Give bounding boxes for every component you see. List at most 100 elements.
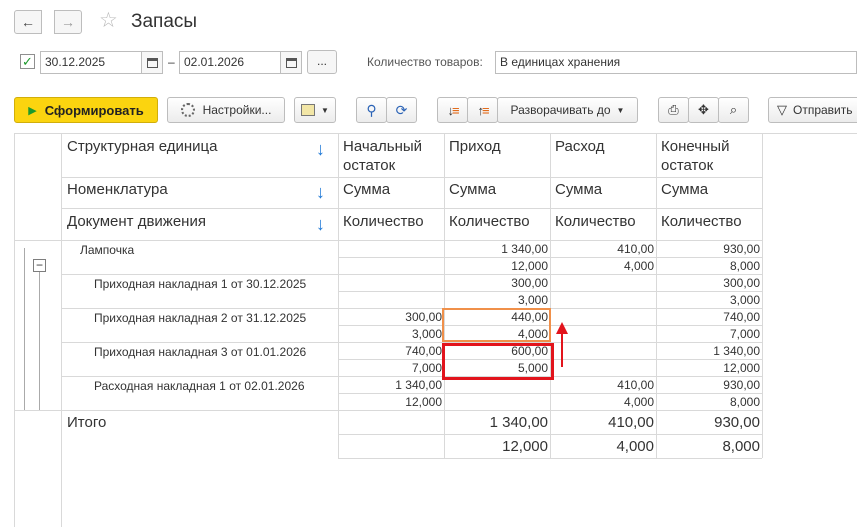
qty-units-select[interactable]: В единицах хранения (495, 51, 857, 74)
sort-descending-button[interactable]: ↑≡ (467, 97, 498, 123)
settings-button[interactable]: Настройки... (167, 97, 285, 123)
grid-line (61, 342, 762, 343)
qty-label: Количество товаров: (367, 55, 483, 69)
variant-dropdown-button[interactable]: ▼ (294, 97, 336, 123)
header-closing-1: Конечный (661, 138, 730, 155)
cell-opening-qty: 3,000 (411, 327, 442, 341)
sort-down-arrow-icon[interactable]: ↓ (316, 182, 325, 203)
grid-line (61, 177, 762, 178)
sort-down-arrow-icon[interactable]: ↓ (316, 214, 325, 235)
grid-line (61, 208, 762, 209)
select-period-button[interactable]: ... (307, 50, 337, 74)
cell-receipt-qty: 3,000 (517, 293, 548, 307)
grid-line (338, 291, 762, 292)
total-receipt-qty: 12,000 (502, 438, 548, 455)
period-separator: – (168, 55, 175, 69)
row-label-document[interactable]: Приходная накладная 2 от 31.12.2025 (94, 311, 306, 325)
cell-expense-qty: 4,000 (623, 259, 654, 273)
cell-closing-qty: 3,000 (729, 293, 760, 307)
header-quantity: Количество (343, 213, 424, 230)
cell-opening-qty: 7,000 (411, 361, 442, 375)
red-arrow-up-icon (556, 322, 568, 334)
cell-opening-sum: 1 340,00 (395, 378, 442, 392)
header-closing-2: остаток (661, 157, 714, 174)
header-sum: Сумма (343, 181, 391, 198)
header-quantity: Количество (661, 213, 742, 230)
grid-line (14, 240, 762, 241)
header-quantity: Количество (449, 213, 530, 230)
sort-ascending-icon: ↓≡ (447, 102, 459, 118)
move-icon: ✥ (698, 102, 709, 117)
grid-line (61, 308, 762, 309)
row-label-document[interactable]: Приходная накладная 3 от 01.01.2026 (94, 345, 306, 359)
gear-icon (180, 103, 195, 117)
header-grouping-1: Структурная единица (67, 138, 218, 155)
play-icon: ▶ (28, 104, 37, 117)
total-expense-qty: 4,000 (616, 438, 654, 455)
find-button[interactable]: ⚲ (356, 97, 387, 123)
cell-receipt-qty: 12,000 (511, 259, 548, 273)
header-grouping-2: Номенклатура (67, 181, 168, 198)
header-opening-1: Начальный (343, 138, 423, 155)
move-button[interactable]: ✥ (688, 97, 719, 123)
expand-to-label: Разворачивать до (510, 103, 611, 117)
cell-receipt-sum: 1 340,00 (501, 242, 548, 256)
report-variant-icon (301, 104, 316, 116)
collapse-group-button[interactable]: − (33, 259, 46, 272)
cell-opening-sum: 300,00 (405, 310, 442, 324)
date-from-input[interactable]: 30.12.2025 (40, 51, 144, 74)
sort-descending-icon: ↑≡ (477, 102, 489, 118)
red-arrow-up-icon (561, 332, 563, 367)
sort-down-arrow-icon[interactable]: ↓ (316, 139, 325, 160)
grid-line (61, 274, 762, 275)
arrow-left-icon: ← (21, 14, 35, 30)
header-sum: Сумма (555, 181, 603, 198)
header-sum: Сумма (661, 181, 709, 198)
total-closing-sum: 930,00 (714, 414, 760, 431)
favorite-star-icon[interactable]: ☆ (99, 8, 118, 33)
preview-button[interactable]: ⌕ (718, 97, 749, 123)
cell-closing-sum: 930,00 (723, 378, 760, 392)
row-label-document[interactable]: Расходная накладная 1 от 02.01.2026 (94, 379, 305, 393)
cell-receipt-sum: 300,00 (511, 276, 548, 290)
search-icon: ⚲ (366, 101, 377, 118)
date-to-input[interactable]: 02.01.2026 (179, 51, 283, 74)
send-label: Отправить (793, 103, 853, 117)
forward-button[interactable]: → (54, 10, 82, 34)
header-sum: Сумма (449, 181, 497, 198)
expand-to-button[interactable]: Разворачивать до ▼ (497, 97, 638, 123)
row-label-document[interactable]: Приходная накладная 1 от 30.12.2025 (94, 277, 306, 291)
cell-opening-qty: 12,000 (405, 395, 442, 409)
find-next-button[interactable]: ⟳ (386, 97, 417, 123)
send-button[interactable]: ▽ Отправить (768, 97, 857, 123)
cell-closing-sum: 300,00 (723, 276, 760, 290)
total-closing-qty: 8,000 (722, 438, 760, 455)
caret-down-icon: ▼ (616, 105, 625, 115)
print-button[interactable]: ⎙ (658, 97, 689, 123)
header-quantity: Количество (555, 213, 636, 230)
cell-closing-qty: 7,000 (729, 327, 760, 341)
header-opening-2: остаток (343, 157, 396, 174)
cell-closing-qty: 8,000 (729, 259, 760, 273)
settings-label: Настройки... (202, 103, 272, 117)
generate-label: Сформировать (44, 102, 144, 118)
cell-closing-sum: 930,00 (723, 242, 760, 256)
highlight-orange-box (442, 308, 551, 342)
cell-expense-qty: 4,000 (623, 395, 654, 409)
back-button[interactable]: ← (14, 10, 42, 34)
highlight-red-box (442, 343, 554, 380)
sort-ascending-button[interactable]: ↓≡ (437, 97, 468, 123)
group-bracket (24, 248, 25, 410)
cell-closing-sum: 740,00 (723, 310, 760, 324)
caret-down-icon: ▼ (321, 105, 329, 115)
header-receipt: Приход (449, 138, 501, 155)
period-checkbox[interactable]: ✓ (20, 54, 35, 69)
grid-line (338, 257, 762, 258)
date-to-calendar-button[interactable] (280, 51, 302, 74)
page-title: Запасы (131, 11, 198, 32)
cell-expense-sum: 410,00 (617, 242, 654, 256)
date-from-calendar-button[interactable] (141, 51, 163, 74)
grid-line (338, 458, 762, 459)
send-icon: ▽ (777, 102, 787, 117)
generate-button[interactable]: ▶ Сформировать (14, 97, 158, 123)
